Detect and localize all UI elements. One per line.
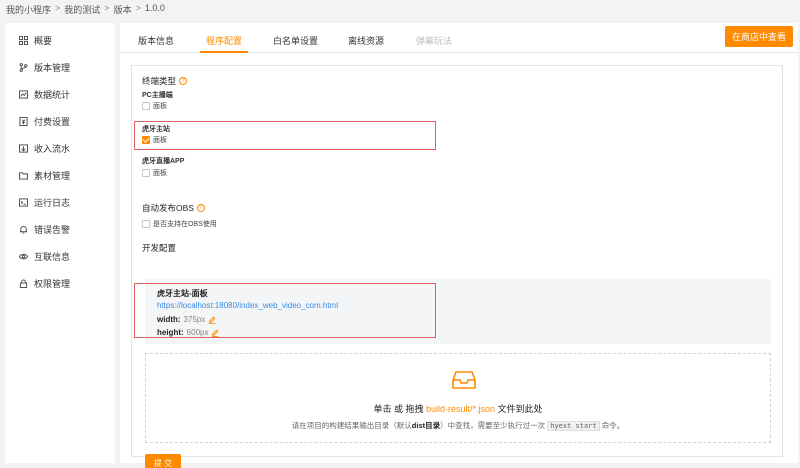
tab-danmaku: 弹幕玩法 bbox=[416, 36, 453, 46]
upload-text: 单击 或 拖拽 bbox=[373, 404, 426, 414]
hint-code: hyext start bbox=[547, 421, 600, 431]
main-content: 版本信息 程序配置 白名单设置 离线资源 弹幕玩法 在商店中查看 终端类型 ? … bbox=[120, 23, 798, 468]
checkbox-obs[interactable] bbox=[142, 220, 150, 228]
checkbox-row[interactable]: 是否支持在OBS使用 bbox=[142, 219, 217, 229]
sidebar-item-versions[interactable]: 版本管理 bbox=[5, 54, 115, 81]
income-icon bbox=[19, 144, 28, 153]
breadcrumb-current: 1.0.0 bbox=[144, 3, 165, 13]
eye-icon bbox=[19, 252, 28, 261]
sidebar-item-payment[interactable]: 付费设置 bbox=[5, 108, 115, 135]
grid-icon bbox=[19, 36, 28, 45]
highlight-box bbox=[134, 121, 436, 150]
checkbox-pc-panel[interactable] bbox=[142, 102, 150, 110]
terminal-group-name: 虎牙主站 bbox=[142, 126, 170, 133]
config-panel: 终端类型 ? PC主播端 面板 虎牙主站 面板 虎牙直播APP 面板 自动发布O… bbox=[131, 65, 783, 468]
view-in-store-button[interactable]: 在商店中查看 bbox=[725, 26, 793, 47]
section-title: 终端类型 bbox=[142, 76, 177, 86]
bell-icon bbox=[19, 225, 28, 234]
sidebar-item-label: 权限管理 bbox=[34, 279, 71, 289]
hint-text: 请在项目的构建结果输出目录（默认 bbox=[291, 421, 412, 430]
sidebar-item-label: 错误告警 bbox=[34, 225, 71, 235]
active-tab-indicator bbox=[200, 51, 248, 53]
sidebar-item-label: 付费设置 bbox=[34, 117, 71, 127]
payment-icon bbox=[19, 117, 28, 126]
highlight-box bbox=[134, 283, 436, 338]
terminal-type-title: 终端类型 ? bbox=[142, 75, 188, 87]
sidebar-item-label: 版本管理 bbox=[34, 63, 71, 73]
inbox-icon bbox=[452, 370, 476, 390]
sidebar-item-label: 素材管理 bbox=[34, 171, 71, 181]
upload-dropzone[interactable]: 单击 或 拖拽 build-result/*.json 文件到此处 请在项目的构… bbox=[145, 353, 771, 443]
checkbox-label: 面板 bbox=[153, 137, 167, 144]
sidebar-item-income[interactable]: 收入流水 bbox=[5, 135, 115, 162]
tab-whitelist[interactable]: 白名单设置 bbox=[273, 34, 318, 47]
breadcrumb-separator: > bbox=[104, 3, 110, 13]
breadcrumb-item[interactable]: 版本 bbox=[114, 3, 132, 15]
help-icon[interactable]: ? bbox=[196, 204, 205, 212]
breadcrumb-separator: > bbox=[135, 3, 141, 13]
checkbox-huya-panel[interactable] bbox=[142, 136, 150, 144]
sidebar-item-label: 数据统计 bbox=[34, 90, 71, 100]
folder-icon bbox=[19, 171, 28, 180]
help-icon[interactable]: ? bbox=[179, 77, 188, 85]
sidebar-item-alerts[interactable]: 错误告警 bbox=[5, 216, 115, 243]
breadcrumb: 我的小程序 > 我的测试 > 版本 > 1.0.0 bbox=[6, 3, 165, 15]
terminal-group-name: 虎牙直播APP bbox=[142, 158, 185, 165]
tab-offline-resources[interactable]: 离线资源 bbox=[348, 34, 384, 47]
breadcrumb-separator: > bbox=[55, 3, 61, 13]
sidebar-item-overview[interactable]: 概要 bbox=[5, 27, 115, 54]
sidebar-item-stats[interactable]: 数据统计 bbox=[5, 81, 115, 108]
sidebar: 概要 版本管理 数据统计 付费设置 收入流水 素材管理 运行日志 错误告警 互联… bbox=[5, 23, 115, 463]
hint-text: ）中查找，需要至少执行过一次 bbox=[440, 421, 546, 430]
tab-program-config[interactable]: 程序配置 bbox=[206, 34, 242, 47]
sidebar-item-materials[interactable]: 素材管理 bbox=[5, 162, 115, 189]
checkbox-row[interactable]: 面板 bbox=[142, 135, 167, 145]
lock-icon bbox=[19, 279, 28, 288]
hint-bold: dist目录 bbox=[411, 421, 441, 430]
sidebar-item-permissions[interactable]: 权限管理 bbox=[5, 270, 115, 297]
checkbox-label: 是否支持在OBS使用 bbox=[153, 221, 217, 228]
tab-version-info[interactable]: 版本信息 bbox=[138, 34, 174, 47]
sidebar-item-logs[interactable]: 运行日志 bbox=[5, 189, 115, 216]
sidebar-item-label: 互联信息 bbox=[34, 252, 71, 262]
upload-text: 文件到此处 bbox=[495, 404, 543, 414]
branch-icon bbox=[19, 63, 28, 72]
dev-config-title: 开发配置 bbox=[142, 243, 177, 253]
breadcrumb-item[interactable]: 我的小程序 bbox=[6, 3, 51, 15]
tab-bar: 版本信息 程序配置 白名单设置 离线资源 弹幕玩法 在商店中查看 bbox=[120, 23, 798, 53]
sidebar-item-label: 概要 bbox=[34, 36, 53, 46]
terminal-group-name: PC主播端 bbox=[142, 92, 173, 99]
sidebar-item-label: 运行日志 bbox=[34, 198, 71, 208]
sidebar-item-label: 收入流水 bbox=[34, 144, 71, 154]
checkbox-label: 面板 bbox=[153, 170, 167, 177]
checkbox-row[interactable]: 面板 bbox=[142, 168, 167, 178]
checkbox-app-panel[interactable] bbox=[142, 169, 150, 177]
chart-icon bbox=[19, 90, 28, 99]
checkbox-label: 面板 bbox=[153, 103, 167, 110]
submit-button[interactable]: 提 交 bbox=[145, 454, 181, 468]
section-title: 自动发布OBS bbox=[142, 203, 194, 213]
terminal-icon bbox=[19, 198, 28, 207]
checkbox-row[interactable]: 面板 bbox=[142, 101, 167, 111]
upload-hint: 请在项目的构建结果输出目录（默认dist目录）中查找，需要至少执行过一次 hye… bbox=[146, 420, 770, 431]
breadcrumb-item[interactable]: 我的测试 bbox=[64, 3, 100, 15]
upload-instruction: 单击 或 拖拽 build-result/*.json 文件到此处 bbox=[146, 402, 770, 415]
hint-text: 命令。 bbox=[601, 421, 625, 430]
obs-title: 自动发布OBS ? bbox=[142, 202, 205, 214]
sidebar-item-connections[interactable]: 互联信息 bbox=[5, 243, 115, 270]
upload-file-pattern: build-result/*.json bbox=[425, 404, 496, 414]
